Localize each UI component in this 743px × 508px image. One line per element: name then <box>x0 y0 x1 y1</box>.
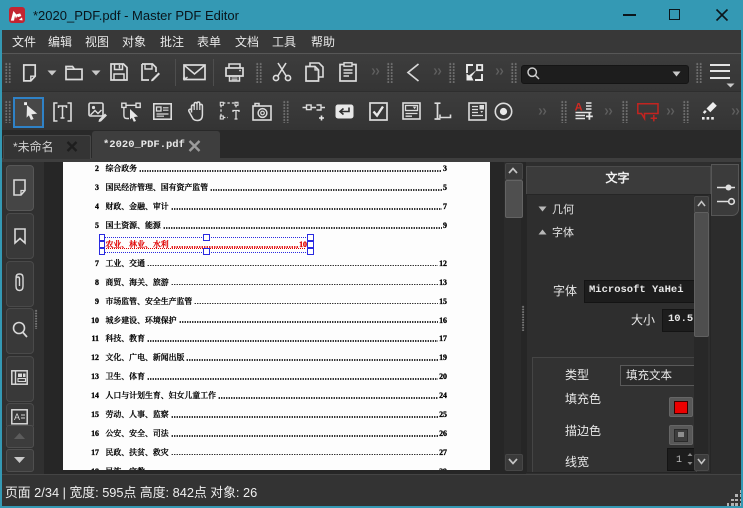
svg-text:A: A <box>575 102 583 114</box>
svg-text:A: A <box>14 412 20 422</box>
